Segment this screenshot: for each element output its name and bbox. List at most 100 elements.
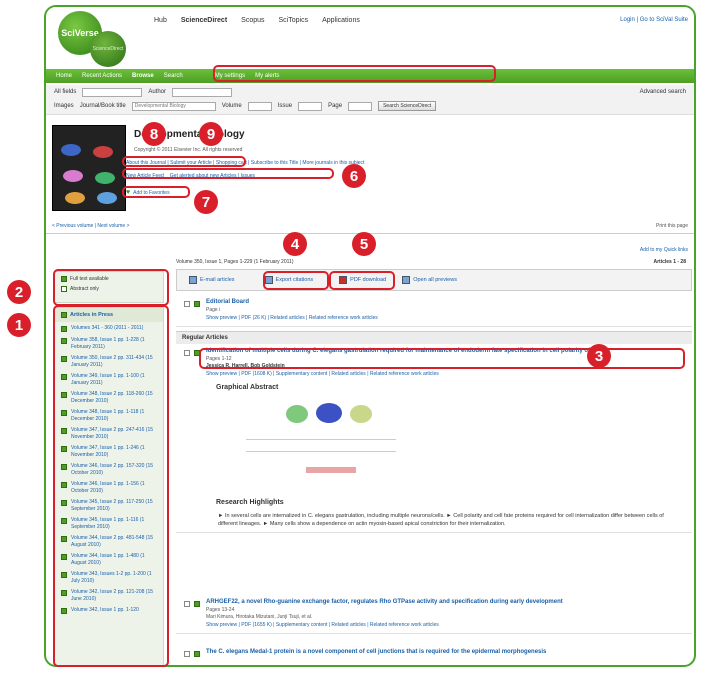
cover-cell-blob	[61, 144, 81, 156]
logo-sub-text: ScienceDirect	[92, 46, 124, 52]
annotation-badge: 9	[199, 122, 223, 146]
article-links[interactable]: Show preview | PDF (1655 K) | Supplement…	[206, 621, 686, 629]
open-previews-button[interactable]: Open all previews	[398, 274, 461, 286]
article-title-link[interactable]: The C. elegans Medal-1 protein is a nove…	[206, 649, 686, 657]
annotation-badge: 6	[342, 164, 366, 188]
annotation-badge: 2	[7, 280, 31, 304]
research-highlights-title: Research Highlights	[216, 498, 284, 506]
highlight-article-title	[199, 348, 685, 369]
cover-cell-blob	[93, 146, 113, 158]
preview-icon	[402, 276, 411, 284]
highlight-volume-list	[53, 305, 169, 667]
list-item: The C. elegans Medal-1 protein is a nove…	[176, 645, 692, 661]
journal-input[interactable]: Developmental Biology	[131, 101, 216, 111]
table-line	[246, 450, 396, 452]
search-button[interactable]: Search ScienceDirect	[378, 101, 437, 111]
annotation-badge: 5	[352, 232, 376, 256]
article-title-link[interactable]: Editorial Board	[206, 299, 686, 307]
email-articles-button[interactable]: E-mail articles	[185, 274, 239, 286]
list-item: Editorial Board Page i Show preview | PD…	[176, 295, 692, 326]
tab-recent-actions[interactable]: Recent Actions	[82, 73, 122, 79]
article-links[interactable]: Show preview | PDF (26 K) | Related arti…	[206, 314, 686, 322]
topnav-scitopics[interactable]: SciTopics	[279, 17, 309, 24]
highlight-feed-alert	[122, 168, 334, 179]
highlight-pdf	[329, 271, 395, 290]
add-quick-link[interactable]: Add to my Quick links	[640, 247, 688, 253]
cover-cell-blob	[65, 192, 85, 204]
issue-input[interactable]	[298, 101, 323, 111]
topnav-sciencedirect[interactable]: ScienceDirect	[181, 17, 227, 24]
tab-browse[interactable]: Browse	[132, 73, 154, 79]
journal-cover-image[interactable]	[52, 125, 126, 211]
section-heading: Regular Articles	[176, 331, 692, 344]
list-item: ARHGEF22, a novel Rho-guanine exchange f…	[176, 595, 692, 633]
table-line	[246, 438, 396, 440]
tab-home[interactable]: Home	[56, 73, 72, 79]
annotation-badge: 7	[194, 190, 218, 214]
all-fields-label: All fields	[54, 89, 77, 95]
journal-copyright: Copyright © 2011 Elsevier Inc. All right…	[134, 147, 243, 153]
site-header: SciVerse ScienceDirect Hub ScienceDirect…	[46, 7, 694, 69]
topnav-scopus[interactable]: Scopus	[241, 17, 264, 24]
list-item: Identification of multiple cells during …	[176, 344, 692, 532]
cover-cell-blob	[95, 172, 115, 184]
volume-input[interactable]	[247, 101, 272, 111]
open-previews-label: Open all previews	[413, 277, 457, 283]
highlight-filters	[53, 269, 169, 306]
article-checkbox[interactable]	[184, 601, 190, 607]
article-medal: The C. elegans Medal-1 protein is a nove…	[176, 645, 692, 661]
article-title-link[interactable]: ARHGEF22, a novel Rho-guanine exchange f…	[206, 599, 686, 607]
page-input[interactable]	[348, 101, 373, 111]
article-pages: Pages 13-24	[206, 606, 235, 613]
embryo-cell	[350, 404, 372, 423]
tab-search[interactable]: Search	[164, 73, 183, 79]
full-text-icon	[194, 301, 200, 307]
results-toolbar: E-mail articles Export citations PDF dow…	[176, 269, 692, 291]
full-text-icon	[194, 651, 200, 657]
cover-cell-blob	[97, 192, 117, 204]
all-fields-input[interactable]	[82, 87, 143, 97]
embryo-cell	[316, 402, 342, 423]
article-checkbox[interactable]	[184, 651, 190, 657]
quick-search: All fields Author Advanced search Images…	[46, 85, 694, 115]
topnav-applications[interactable]: Applications	[322, 17, 360, 24]
volume-label: Volume	[221, 103, 242, 109]
annotation-badge: 3	[587, 344, 611, 368]
email-articles-label: E-mail articles	[200, 277, 235, 283]
graphical-abstract-image	[246, 399, 406, 489]
account-links[interactable]: Login | Go to SciVal Suite	[620, 17, 688, 23]
issue-label: Issue	[277, 103, 293, 109]
volume-info: Volume 350, Issue 1, Pages 1-229 (1 Febr…	[176, 259, 294, 265]
table-highlight	[306, 466, 356, 473]
research-highlights-text: ► In several cells are internalized in C…	[218, 512, 664, 527]
sciencedirect-logo[interactable]: ScienceDirect	[90, 31, 126, 67]
page-label: Page	[328, 103, 343, 109]
full-text-icon	[194, 601, 200, 607]
article-checkbox[interactable]	[184, 350, 190, 356]
article-editorial: Editorial Board Page i Show preview | PD…	[176, 295, 692, 327]
annotation-badge: 8	[142, 122, 166, 146]
cover-cell-blob	[63, 170, 83, 182]
images-label: Images	[54, 103, 74, 109]
graphical-abstract: Graphical Abstract Research Highlights ►…	[206, 384, 686, 528]
top-navigation: Hub ScienceDirect Scopus SciTopics Appli…	[154, 17, 360, 24]
article-arhgef: ARHGEF22, a novel Rho-guanine exchange f…	[176, 595, 692, 634]
logo-text: SciVerse	[61, 28, 99, 38]
highlight-export	[263, 271, 329, 290]
highlight-settings-alerts	[213, 65, 496, 82]
author-input[interactable]	[172, 87, 233, 97]
advanced-search-link[interactable]: Advanced search	[640, 89, 686, 95]
article-checkbox[interactable]	[184, 301, 190, 307]
article-authors: Mari Kimura, Hirotaka Mizutani, Junji Ts…	[206, 613, 313, 620]
article-links[interactable]: Show preview | PDF (1608 K) | Supplement…	[206, 370, 686, 378]
highlight-add-favorites	[122, 186, 190, 198]
email-icon	[189, 276, 197, 284]
article-pages: Page i	[206, 306, 221, 313]
author-label: Author	[148, 89, 167, 95]
volume-pager[interactable]: < Previous volume | Next volume >	[52, 223, 129, 229]
highlight-journal-links	[122, 156, 246, 167]
print-page-link[interactable]: Print this page	[656, 223, 688, 229]
article-count: Articles 1 - 28	[653, 259, 686, 265]
topnav-hub[interactable]: Hub	[154, 17, 167, 24]
embryo-cell	[286, 404, 308, 423]
